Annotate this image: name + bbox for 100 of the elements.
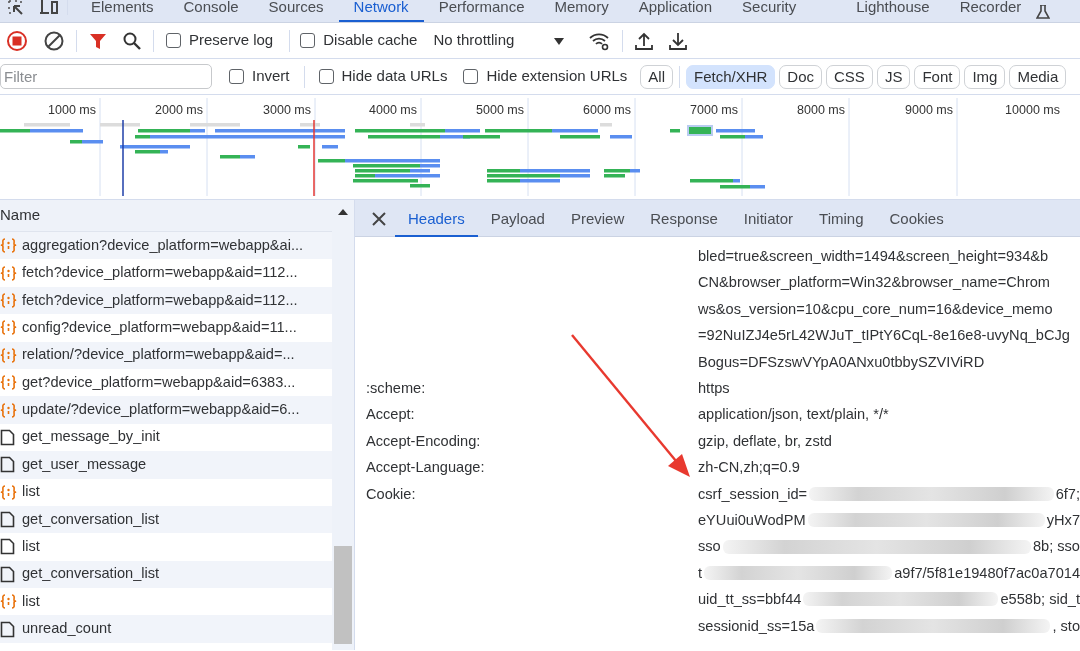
header-value: sso <box>698 537 721 557</box>
header-value: 6f7; <box>1055 484 1080 504</box>
header-name: Cookie: <box>366 484 417 504</box>
type-filter-chip[interactable]: Doc <box>779 64 823 89</box>
type-filter-chip[interactable]: CSS <box>826 64 873 89</box>
inspect-icon[interactable] <box>8 0 24 15</box>
tick-label: 10000 ms <box>1005 103 1060 117</box>
panel-tab[interactable]: Sources <box>253 0 339 22</box>
type-filter-chip[interactable]: Fetch/XHR <box>686 64 776 89</box>
panel-tab[interactable]: Console <box>168 0 254 22</box>
panel-tab[interactable]: Security <box>727 0 842 22</box>
detail-tab[interactable]: Headers <box>395 199 478 237</box>
document-icon <box>0 620 17 638</box>
panel-tab[interactable]: Lighthouse <box>841 0 945 22</box>
column-header[interactable]: Name <box>0 204 40 227</box>
request-name[interactable]: list <box>22 590 40 613</box>
document-icon <box>0 511 17 529</box>
tick-label: 8000 ms <box>797 103 845 117</box>
type-filter-chip[interactable]: JS <box>876 64 911 89</box>
checkbox[interactable] <box>300 33 316 48</box>
detail-tab[interactable]: Cookies <box>876 199 957 237</box>
header-value: t <box>698 563 703 583</box>
filter-icon[interactable] <box>89 32 107 51</box>
braces-icon <box>0 237 17 255</box>
header-name: Accept-Language: <box>366 458 486 478</box>
panel-tab[interactable]: Performance <box>423 0 540 22</box>
type-filter-chip[interactable]: Img <box>964 64 1006 89</box>
detail-tab[interactable]: Preview <box>557 199 638 237</box>
device-toggle-icon[interactable] <box>40 0 59 15</box>
header-name: :scheme: <box>366 379 427 399</box>
header-value: yHx7 <box>1046 511 1080 531</box>
checkbox[interactable] <box>166 33 181 48</box>
braces-icon <box>0 319 17 337</box>
checkbox-label[interactable]: Invert <box>252 65 290 88</box>
braces-icon <box>0 264 17 282</box>
detail-tab[interactable]: Response <box>637 199 731 237</box>
panel-tab[interactable]: Elements <box>76 0 169 22</box>
caret-icon[interactable] <box>554 37 565 45</box>
request-name[interactable]: get_message_by_init <box>22 426 160 449</box>
header-value: a9f7/5f81e19480f7ac0a7014 <box>894 563 1080 583</box>
request-name[interactable]: config?device_platform=webapp&aid=11... <box>22 316 297 339</box>
checkbox[interactable] <box>463 69 479 84</box>
braces-icon <box>0 374 17 392</box>
document-icon <box>0 428 17 446</box>
tick-label: 4000 ms <box>369 103 417 117</box>
tick-label: 3000 ms <box>263 103 311 117</box>
document-icon <box>0 456 17 474</box>
header-value: 8b; sso <box>1032 537 1080 557</box>
checkbox-label[interactable]: Hide extension URLs <box>486 65 628 88</box>
request-name[interactable]: fetch?device_platform=webapp&aid=112... <box>22 262 298 285</box>
header-value: https <box>698 379 731 399</box>
checkbox-label[interactable]: Disable cache <box>323 29 418 52</box>
scrollbar-thumb[interactable] <box>334 546 352 644</box>
panel-tab[interactable]: Recorder <box>944 0 1037 22</box>
clear-icon[interactable] <box>44 30 64 51</box>
header-value: uid_tt_ss=bbf44 <box>698 590 802 610</box>
panel-tab[interactable]: Application <box>623 0 728 22</box>
header-value: eYUui0uWodPM <box>698 511 806 531</box>
header-value: gzip, deflate, br, zstd <box>698 431 833 451</box>
detail-tab[interactable]: Initiator <box>730 199 807 237</box>
request-name[interactable]: get?device_platform=webapp&aid=6383... <box>22 371 296 394</box>
braces-icon <box>0 346 17 364</box>
request-name[interactable]: list <box>22 536 40 558</box>
filter-field[interactable]: Filter <box>0 64 212 89</box>
upload-icon[interactable] <box>635 31 654 50</box>
document-icon <box>0 565 17 583</box>
header-value: sessionid_ss=15a <box>698 616 815 636</box>
checkbox-label[interactable]: Preserve log <box>189 29 274 52</box>
network-conditions-icon[interactable] <box>588 31 611 52</box>
checkbox[interactable] <box>229 69 244 84</box>
header-value: =92NuIZJ4e5rL42WJuT_tIPtY6CqL-8e16e8-uvyNq_bCJg <box>698 326 1071 346</box>
checkbox-label[interactable]: Hide data URLs <box>341 65 448 88</box>
braces-icon <box>0 401 17 419</box>
record-button[interactable] <box>6 30 28 52</box>
scrollbar[interactable] <box>332 200 354 650</box>
type-filter-chip[interactable]: Font <box>914 64 961 89</box>
tick-label: 2000 ms <box>155 103 203 117</box>
tick-label: 6000 ms <box>583 103 631 117</box>
throttling-select[interactable]: No throttling <box>433 29 515 52</box>
flask-icon[interactable] <box>1036 5 1051 20</box>
close-icon[interactable] <box>371 210 387 227</box>
type-filter-chip[interactable]: Media <box>1009 64 1067 89</box>
request-name[interactable]: list <box>22 481 40 504</box>
tick-label: 9000 ms <box>905 103 953 117</box>
braces-icon <box>0 291 17 309</box>
header-name: Accept-Encoding: <box>366 431 482 451</box>
panel-tab[interactable]: Network <box>338 0 424 22</box>
detail-tab[interactable]: Timing <box>806 199 877 237</box>
braces-icon <box>0 483 17 501</box>
download-icon[interactable] <box>669 32 688 51</box>
checkbox[interactable] <box>318 69 334 84</box>
panel-tab[interactable]: Memory <box>539 0 624 22</box>
header-value: Bogus=DFSzswVYpA0ANxu0tbbySZVIViRD <box>698 352 986 372</box>
detail-tab[interactable]: Payload <box>477 199 558 237</box>
scroll-up-icon[interactable] <box>338 209 348 215</box>
header-value: e558b; sid_t <box>1000 590 1080 610</box>
tick-label: 7000 ms <box>690 103 738 117</box>
search-icon[interactable] <box>123 31 141 50</box>
type-filter-chip[interactable]: All <box>640 64 673 89</box>
header-value: csrf_session_id= <box>698 484 808 504</box>
